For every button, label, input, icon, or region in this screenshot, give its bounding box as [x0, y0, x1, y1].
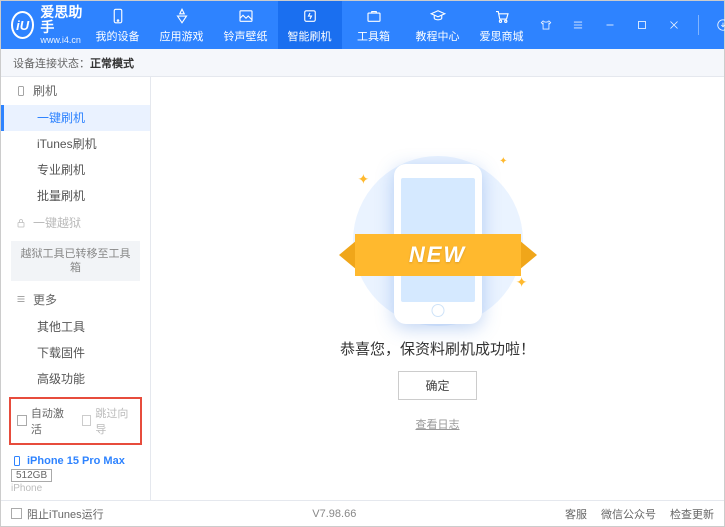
view-log-link[interactable]: 查看日志 [416, 416, 460, 432]
new-ribbon: NEW [333, 234, 543, 276]
checkbox-skip-guide: 跳过向导 [82, 405, 135, 437]
group-label: 刷机 [33, 82, 57, 99]
nav-my-device[interactable]: 我的设备 [86, 1, 150, 49]
cart-icon [493, 7, 511, 25]
checkbox-label: 自动激活 [31, 405, 70, 437]
image-icon [237, 7, 255, 25]
status-value: 正常模式 [90, 55, 134, 71]
options-row-highlighted: 自动激活 跳过向导 [9, 397, 142, 445]
footer-link-wechat[interactable]: 微信公众号 [601, 506, 656, 522]
phone-icon [109, 7, 127, 25]
checkbox-icon [82, 415, 92, 426]
device-name: iPhone 15 Pro Max [27, 455, 125, 467]
checkbox-icon [11, 508, 22, 519]
checkbox-label: 跳过向导 [95, 405, 134, 437]
sparkle-icon: ✦ [516, 274, 528, 291]
device-storage: 512GB [11, 469, 52, 482]
status-bar: 设备连接状态： 正常模式 [1, 49, 724, 77]
nav-label: 爱思商城 [480, 28, 524, 44]
brand-url: www.i4.cn [40, 35, 85, 45]
sidebar-item-itunes-flash[interactable]: iTunes刷机 [1, 131, 150, 157]
sparkle-icon: ✦ [499, 156, 507, 167]
logo-icon: iU [11, 11, 34, 39]
footer-link-update[interactable]: 检查更新 [670, 506, 714, 522]
success-message: 恭喜您，保资料刷机成功啦！ [340, 338, 535, 359]
ribbon-text: NEW [355, 234, 521, 276]
maximize-icon[interactable] [630, 13, 654, 37]
nav-label: 教程中心 [416, 28, 460, 44]
graduation-icon [429, 7, 447, 25]
sidebar-item-download-fw[interactable]: 下载固件 [1, 339, 150, 365]
checkbox-icon [17, 415, 27, 426]
download-circle-icon[interactable] [711, 13, 725, 37]
checkbox-block-itunes[interactable]: 阻止iTunes运行 [11, 506, 104, 522]
nav-apps[interactable]: 应用游戏 [150, 1, 214, 49]
brand-title: 爱思助手 [40, 5, 85, 36]
footer-link-support[interactable]: 客服 [565, 506, 587, 522]
toolbox-icon [365, 7, 383, 25]
app-logo: iU 爱思助手 www.i4.cn [11, 5, 86, 46]
checkbox-auto-activate[interactable]: 自动激活 [17, 405, 70, 437]
nav-store[interactable]: 爱思商城 [470, 1, 534, 49]
flash-icon [301, 7, 319, 25]
menu-icon[interactable] [566, 13, 590, 37]
top-nav: 我的设备 应用游戏 铃声壁纸 智能刷机 工具箱 教程中心 爱思商城 [86, 1, 534, 49]
sidebar-group-more[interactable]: 更多 [1, 285, 150, 313]
nav-label: 应用游戏 [160, 28, 204, 44]
window-controls [534, 13, 725, 37]
sidebar-item-batch-flash[interactable]: 批量刷机 [1, 183, 150, 209]
nav-label: 我的设备 [96, 28, 140, 44]
sidebar-group-jailbreak: 一键越狱 [1, 209, 150, 237]
lock-icon [15, 217, 27, 229]
success-illustration: NEW ✦ ✦ ✦ [328, 146, 548, 326]
sidebar-item-pro-flash[interactable]: 专业刷机 [1, 157, 150, 183]
sidebar-item-onekey-flash[interactable]: 一键刷机 [1, 105, 150, 131]
phone-icon [11, 455, 23, 467]
device-type: iPhone [11, 483, 140, 494]
ok-button[interactable]: 确定 [398, 371, 476, 400]
nav-label: 智能刷机 [288, 28, 332, 44]
main-panel: NEW ✦ ✦ ✦ 恭喜您，保资料刷机成功啦！ 确定 查看日志 [151, 77, 724, 500]
apps-icon [173, 7, 191, 25]
nav-ringtones[interactable]: 铃声壁纸 [214, 1, 278, 49]
sidebar-item-advanced[interactable]: 高级功能 [1, 365, 150, 391]
group-label: 更多 [33, 291, 57, 308]
shirt-icon[interactable] [534, 13, 558, 37]
sparkle-icon: ✦ [358, 171, 370, 188]
group-label: 一键越狱 [33, 214, 81, 231]
nav-flash[interactable]: 智能刷机 [278, 1, 342, 49]
nav-tools[interactable]: 工具箱 [342, 1, 406, 49]
sidebar: 刷机 一键刷机 iTunes刷机 专业刷机 批量刷机 一键越狱 越狱工具已转移至… [1, 77, 151, 500]
device-icon [15, 85, 27, 97]
status-prefix: 设备连接状态： [13, 55, 90, 71]
sidebar-item-other-tools[interactable]: 其他工具 [1, 313, 150, 339]
close-icon[interactable] [662, 13, 686, 37]
list-icon [15, 293, 27, 305]
minimize-icon[interactable] [598, 13, 622, 37]
nav-label: 铃声壁纸 [224, 28, 268, 44]
jailbreak-note: 越狱工具已转移至工具箱 [11, 241, 140, 282]
divider [698, 15, 699, 35]
nav-tutorials[interactable]: 教程中心 [406, 1, 470, 49]
checkbox-label: 阻止iTunes运行 [27, 506, 104, 522]
title-bar: iU 爱思助手 www.i4.cn 我的设备 应用游戏 铃声壁纸 智能刷机 工具… [1, 1, 724, 49]
sidebar-group-flash[interactable]: 刷机 [1, 77, 150, 105]
version-label: V7.98.66 [104, 508, 565, 520]
nav-label: 工具箱 [357, 28, 390, 44]
footer-bar: 阻止iTunes运行 V7.98.66 客服 微信公众号 检查更新 [1, 500, 724, 526]
device-info: iPhone 15 Pro Max 512GB iPhone [1, 451, 150, 500]
